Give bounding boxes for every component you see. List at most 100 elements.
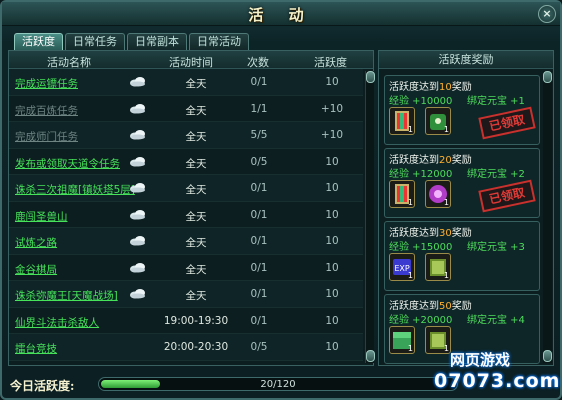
table-row: 完成师门任务 全天 5/5 +10: [9, 122, 363, 149]
reward-card: 活跃度达到20奖励经验 +12000 绑定元宝 +2 1 1 已领取: [384, 148, 540, 218]
activity-count: 5/5: [250, 129, 268, 141]
item-quantity: 1: [407, 125, 413, 134]
scroll-down-button[interactable]: [366, 350, 375, 362]
activity-name-link[interactable]: 完成师门任务: [15, 129, 78, 144]
activity-name-link[interactable]: 试炼之路: [15, 235, 57, 250]
reward-bound-gold: 绑定元宝 +4: [467, 315, 525, 326]
cloud-teleport-icon[interactable]: [129, 209, 147, 220]
table-scrollbar[interactable]: [365, 71, 375, 363]
reward-exp: 经验 +10000: [389, 96, 453, 107]
activity-table: 活动名称 活动时间 次数 活跃度 完成运镖任务 全天 0/1 10 完成百炼任务 全天 1/…: [8, 50, 375, 366]
cloud-teleport-icon[interactable]: [129, 103, 147, 114]
reward-bound-gold: 绑定元宝 +1: [467, 96, 525, 107]
item-quantity: 1: [443, 125, 449, 134]
activity-count: 0/5: [250, 341, 268, 353]
title-bar: 活 动 ×: [2, 2, 560, 26]
table-row: 擂台竞技 20:00-20:30 0/5 10: [9, 334, 363, 361]
reward-bound-gold: 绑定元宝 +2: [467, 169, 525, 180]
reward-card: 活跃度达到10奖励 经验 +10000 绑定元宝 +1 1 1 已领取: [384, 75, 540, 145]
cloud-teleport-icon[interactable]: [129, 76, 147, 87]
cloud-teleport-icon[interactable]: [129, 182, 147, 193]
activity-points: 10: [325, 314, 339, 327]
tab-daily-dungeons[interactable]: 日常副本: [127, 33, 187, 50]
item-quantity: 1: [443, 271, 449, 280]
table-row: 鹿闯圣兽山 全天 0/1 10: [9, 202, 363, 228]
cloud-teleport-icon[interactable]: [129, 129, 147, 140]
table-row: 诛杀三次祖魔[镇妖塔5层] 全天 0/1 10: [9, 175, 363, 202]
activity-time: 全天: [185, 157, 207, 170]
activity-count: 0/1: [250, 235, 268, 247]
scroll-icon[interactable]: 1: [389, 107, 415, 135]
activity-name-link[interactable]: 完成百炼任务: [15, 103, 78, 118]
reward-scroll-up-button[interactable]: [543, 71, 552, 83]
activity-points: +10: [320, 129, 344, 141]
table-header: 活动名称 活动时间 次数 活跃度: [9, 51, 373, 69]
activity-time: 全天: [185, 104, 207, 117]
activity-name-link[interactable]: 完成运镖任务: [15, 76, 78, 91]
cloud-teleport-icon[interactable]: [129, 235, 147, 246]
activity-name-link[interactable]: 鹿闯圣兽山: [15, 209, 68, 224]
activity-time: 全天: [185, 184, 207, 196]
table-row: 试炼之路 全天 0/1 10: [9, 228, 363, 255]
activity-count: 1/1: [250, 102, 268, 115]
activity-name-link[interactable]: 发布或领取天道令任务: [15, 156, 120, 171]
table-row: 发布或领取天道令任务 全天 0/5 10: [9, 149, 363, 175]
close-button[interactable]: ×: [538, 5, 556, 23]
lock-bag-icon[interactable]: 1: [425, 107, 451, 135]
watermark-bottom: 07073.com: [434, 370, 561, 392]
tab-bar: 活跃度 日常任务 日常副本 日常活动: [14, 33, 249, 50]
tab-daily-events[interactable]: 日常活动: [189, 33, 249, 50]
activity-time: 全天: [185, 290, 207, 302]
table-row: 金谷棋局 全天 0/1 10: [9, 255, 363, 281]
activity-name-link[interactable]: 擂台竞技: [15, 341, 57, 356]
window-title: 活 动: [248, 6, 314, 24]
reward-title: 活跃度达到10奖励: [389, 78, 472, 93]
reward-title: 活跃度达到20奖励: [389, 151, 472, 166]
activity-points: 10: [325, 155, 339, 168]
activity-count: 0/1: [250, 76, 268, 88]
reward-header: 活跃度奖励: [379, 51, 553, 69]
activity-name-link[interactable]: 诛杀三次祖魔[镇妖塔5层]: [15, 182, 135, 197]
scroll-icon[interactable]: 1: [389, 180, 415, 208]
reward-panel: 活跃度奖励 活跃度达到10奖励 经验 +10000 绑定元宝 +1 1 1 已领取 活跃度达…: [378, 50, 554, 366]
reward-exp: 经验 +12000: [389, 169, 453, 180]
progress-label: 今日活跃度:: [10, 379, 75, 393]
site-watermark: 网页游戏 07073.com: [430, 347, 562, 397]
tab-activity-points[interactable]: 活跃度: [14, 33, 63, 50]
cloud-teleport-icon[interactable]: [129, 156, 147, 167]
header-activity: 活跃度: [314, 56, 347, 69]
activity-count: 0/1: [250, 208, 268, 221]
activity-count: 0/1: [250, 261, 268, 274]
activity-name-link[interactable]: 金谷棋局: [15, 262, 57, 277]
activity-count: 0/1: [250, 288, 268, 300]
activity-time: 全天: [185, 237, 207, 249]
item-quantity: 1: [443, 198, 449, 207]
reward-title: 活跃度达到50奖励: [389, 297, 472, 312]
header-name: 活动名称: [47, 56, 91, 69]
scroll-up-button[interactable]: [366, 71, 375, 83]
cloud-teleport-icon[interactable]: [129, 262, 147, 273]
tab-daily-quests[interactable]: 日常任务: [65, 33, 125, 50]
activity-points: 10: [325, 76, 339, 88]
activity-points: 10: [325, 341, 339, 353]
watermark-top: 网页游戏: [450, 351, 511, 369]
exp-card-icon[interactable]: EXP 1: [389, 253, 415, 281]
activity-points: +10: [320, 102, 344, 115]
activity-count: 0/1: [250, 314, 268, 327]
activity-time: 19:00-19:30: [163, 314, 229, 327]
activity-name-link[interactable]: 仙界斗法击杀敌人: [15, 315, 99, 330]
reward-scrollbar[interactable]: [543, 71, 552, 363]
activity-name-link[interactable]: 诛杀弥魔王[天魔战场]: [15, 288, 118, 303]
chest-icon[interactable]: 1: [389, 326, 415, 354]
activity-time: 全天: [185, 78, 207, 90]
book-icon[interactable]: 1: [425, 253, 451, 281]
activity-count: 0/5: [250, 155, 268, 168]
activity-time: 全天: [185, 263, 207, 276]
orb-icon[interactable]: 1: [425, 180, 451, 208]
table-rows: 完成运镖任务 全天 0/1 10 完成百炼任务 全天 1/1 +10 完成师门任务 全天 5/5 +1…: [9, 69, 363, 361]
table-row: 仙界斗法击杀敌人 19:00-19:30 0/1 10: [9, 308, 363, 334]
table-row: 诛杀弥魔王[天魔战场] 全天 0/1 10: [9, 281, 363, 308]
activity-progress-bar: 20/120: [98, 377, 458, 391]
cloud-teleport-icon[interactable]: [129, 288, 147, 299]
claimed-stamp: 已领取: [478, 179, 536, 213]
